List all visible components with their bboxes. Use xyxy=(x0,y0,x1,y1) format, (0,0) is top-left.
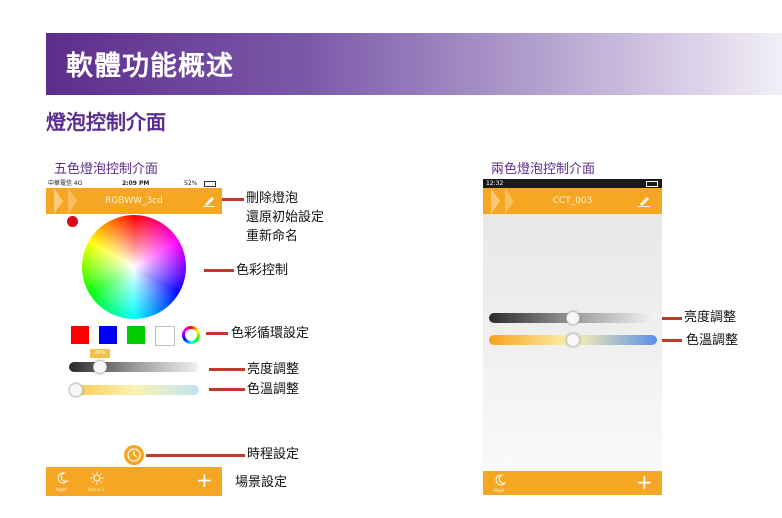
callout-brightness-left: 亮度調整 xyxy=(247,362,300,377)
color-temp-slider[interactable] xyxy=(69,383,199,397)
callout-line-schedule xyxy=(146,454,245,457)
brightness-slider-knob[interactable] xyxy=(93,360,108,374)
color-temp-slider-right[interactable] xyxy=(489,333,657,347)
add-scene-button[interactable]: + xyxy=(196,468,213,492)
callout-scene: 場景設定 xyxy=(235,475,288,490)
callout-line-edit xyxy=(222,198,244,201)
callout-delete: 刪除燈泡 xyxy=(246,191,299,206)
nav-title-right: CCT_003 xyxy=(552,196,593,206)
tab-scene-label: Scene 1 xyxy=(88,487,105,492)
status-time-right: 12:32 xyxy=(486,180,504,187)
bottom-tab-bar-right: Night + xyxy=(483,471,662,495)
callout-brightness-right: 亮度調整 xyxy=(684,310,737,325)
schedule-button[interactable] xyxy=(124,445,144,465)
tab-night-label: Night xyxy=(56,487,67,492)
brightness-badge: 24% xyxy=(90,349,110,358)
status-carrier: 中華電信 4G xyxy=(48,180,83,187)
edit-pencil-icon[interactable] xyxy=(202,195,216,207)
moon-icon-right[interactable] xyxy=(493,473,507,487)
battery-icon xyxy=(204,181,216,187)
color-swatch-4[interactable] xyxy=(155,326,175,346)
brightness-slider[interactable] xyxy=(69,360,199,374)
status-bar-right: 12:32 xyxy=(483,179,662,188)
sun-icon[interactable] xyxy=(90,471,104,485)
clock-icon xyxy=(127,448,141,462)
current-color-dot xyxy=(67,216,78,227)
callout-line-color xyxy=(204,269,234,272)
color-wheel[interactable] xyxy=(82,215,186,319)
status-bar: 中華電信 4G 2:09 PM 52% xyxy=(46,179,222,188)
section-title: 燈泡控制介面 xyxy=(46,110,166,134)
bottom-tab-bar: Night Scene 1 + xyxy=(46,467,222,496)
two-color-phone-screen: 12:32 CCT_003 Night + xyxy=(483,179,662,495)
right-panel-label: 兩色燈泡控制介面 xyxy=(491,162,596,177)
callout-rename: 重新命名 xyxy=(246,229,299,244)
nav-bar-right: CCT_003 xyxy=(483,188,662,214)
callout-schedule: 時程設定 xyxy=(247,447,300,462)
edit-pencil-icon-right[interactable] xyxy=(637,195,651,207)
brightness-slider-knob-right[interactable] xyxy=(566,311,580,325)
callout-temp-left: 色溫調整 xyxy=(247,382,300,397)
tab-night-label-right: Night xyxy=(494,488,505,493)
color-swatch-2[interactable] xyxy=(99,326,117,344)
nav-bar: RGBWW_3cd xyxy=(46,188,222,214)
callout-line-bright-right xyxy=(662,317,682,320)
color-temp-slider-knob[interactable] xyxy=(69,383,83,397)
color-temp-slider-knob-right[interactable] xyxy=(566,333,580,347)
callout-line-cycle xyxy=(206,332,228,335)
brightness-slider-right[interactable] xyxy=(489,311,657,325)
color-cycle-icon[interactable] xyxy=(182,326,200,344)
add-scene-button-right[interactable]: + xyxy=(636,471,653,493)
status-battery: 52% xyxy=(184,180,198,187)
left-panel-label: 五色燈泡控制介面 xyxy=(54,162,159,177)
callout-line-temp-right xyxy=(662,339,682,342)
callout-line-temp-left xyxy=(209,388,245,391)
five-color-phone-screen: 中華電信 4G 2:09 PM 52% RGBWW_3cd 24% Night … xyxy=(46,179,222,496)
callout-reset: 還原初始設定 xyxy=(246,210,325,225)
banner-title: 軟體功能概述 xyxy=(66,51,234,82)
color-swatch-1[interactable] xyxy=(71,326,89,344)
callout-line-bright-left xyxy=(209,368,245,371)
moon-icon[interactable] xyxy=(55,471,69,485)
color-swatch-3[interactable] xyxy=(127,326,145,344)
callout-color-control: 色彩控制 xyxy=(236,263,289,278)
nav-title: RGBWW_3cd xyxy=(105,196,163,206)
callout-color-cycle: 色彩循環設定 xyxy=(231,326,310,341)
callout-temp-right: 色溫調整 xyxy=(686,333,739,348)
battery-icon-right xyxy=(646,181,658,187)
status-time: 2:09 PM xyxy=(122,180,150,187)
